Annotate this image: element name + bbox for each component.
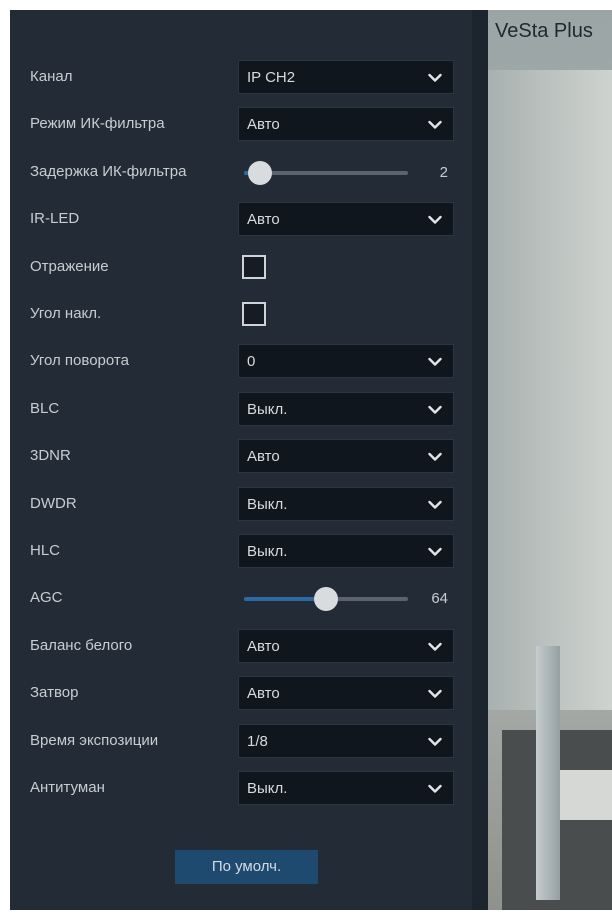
exposure-time-value: 1/8	[247, 733, 268, 750]
setting-row-hlc: HLC Выкл.	[10, 532, 472, 574]
agc-value: 64	[431, 590, 448, 607]
setting-row-defog: Антитуман Выкл.	[10, 769, 472, 811]
defog-select[interactable]: Выкл.	[238, 771, 454, 805]
setting-row-ir-filter-delay: Задержка ИК-фильтра 2	[10, 153, 472, 195]
setting-row-shutter: Затвор Авто	[10, 674, 472, 716]
dwdr-select[interactable]: Выкл.	[238, 487, 454, 521]
ir-filter-delay-slider-thumb[interactable]	[248, 161, 273, 185]
chevron-down-icon	[428, 547, 442, 556]
ir-filter-delay-label: Задержка ИК-фильтра	[30, 163, 187, 180]
channel-value: IP CH2	[247, 69, 296, 86]
rotation-label: Угол поворота	[30, 352, 129, 369]
chevron-down-icon	[428, 784, 442, 793]
ir-led-value: Авто	[247, 211, 280, 228]
ir-filter-mode-label: Режим ИК-фильтра	[30, 115, 165, 132]
hlc-select[interactable]: Выкл.	[238, 534, 454, 568]
dwdr-label: DWDR	[30, 495, 77, 512]
ir-filter-delay-slider[interactable]	[244, 161, 408, 185]
tilt-checkbox[interactable]	[242, 302, 266, 326]
defog-label: Антитуман	[30, 779, 105, 796]
hlc-value: Выкл.	[247, 543, 288, 560]
ir-filter-delay-value: 2	[439, 164, 448, 181]
dwdr-value: Выкл.	[247, 496, 288, 513]
preview-wall	[488, 70, 612, 710]
rotation-value: 0	[247, 353, 256, 370]
shutter-label: Затвор	[30, 684, 79, 701]
chevron-down-icon	[428, 357, 442, 366]
channel-select[interactable]: IP CH2	[238, 60, 454, 94]
setting-row-channel: Канал IP CH2	[10, 58, 472, 100]
mirror-checkbox[interactable]	[242, 255, 266, 279]
shutter-select[interactable]: Авто	[238, 676, 454, 710]
setting-row-agc: AGC 64	[10, 579, 472, 621]
exposure-time-label: Время экспозиции	[30, 732, 159, 749]
exposure-time-select[interactable]: 1/8	[238, 724, 454, 758]
setting-row-blc: BLC Выкл.	[10, 390, 472, 432]
setting-row-dwdr: DWDR Выкл.	[10, 485, 472, 527]
chevron-down-icon	[428, 737, 442, 746]
shutter-value: Авто	[247, 685, 280, 702]
setting-row-ir-filter-mode: Режим ИК-фильтра Авто	[10, 105, 472, 147]
chevron-down-icon	[428, 120, 442, 129]
defog-value: Выкл.	[247, 780, 288, 797]
chevron-down-icon	[428, 689, 442, 698]
camera-preview: VeSta Plus	[488, 10, 612, 910]
settings-panel: Канал IP CH2 Режим ИК-фильтра Авто Задержка …	[10, 10, 472, 910]
ir-led-label: IR-LED	[30, 210, 80, 227]
agc-slider[interactable]	[244, 587, 408, 611]
white-balance-select[interactable]: Авто	[238, 629, 454, 663]
chevron-down-icon	[428, 73, 442, 82]
ir-filter-mode-value: Авто	[247, 116, 280, 133]
white-balance-value: Авто	[247, 638, 280, 655]
blc-value: Выкл.	[247, 401, 288, 418]
channel-label: Канал	[30, 68, 73, 85]
setting-row-ir-led: IR-LED Авто	[10, 200, 472, 242]
chevron-down-icon	[428, 405, 442, 414]
camera-brand-label: VeSta Plus	[495, 20, 593, 42]
mirror-label: Отражение	[30, 258, 109, 275]
chevron-down-icon	[428, 500, 442, 509]
3dnr-label: 3DNR	[30, 447, 71, 464]
blc-label: BLC	[30, 400, 60, 417]
3dnr-value: Авто	[247, 448, 280, 465]
agc-label: AGC	[30, 589, 63, 606]
setting-row-mirror: Отражение	[10, 248, 472, 290]
preview-pole	[536, 646, 560, 900]
blc-select[interactable]: Выкл.	[238, 392, 454, 426]
chevron-down-icon	[428, 642, 442, 651]
panel-divider	[472, 10, 488, 910]
ir-filter-mode-select[interactable]: Авто	[238, 107, 454, 141]
chevron-down-icon	[428, 215, 442, 224]
rotation-select[interactable]: 0	[238, 344, 454, 378]
chevron-down-icon	[428, 452, 442, 461]
setting-row-3dnr: 3DNR Авто	[10, 437, 472, 479]
white-balance-label: Баланс белого	[30, 637, 133, 654]
ir-led-select[interactable]: Авто	[238, 202, 454, 236]
setting-row-tilt: Угол накл.	[10, 295, 472, 337]
setting-row-exposure-time: Время экспозиции 1/8	[10, 722, 472, 764]
tilt-label: Угол накл.	[30, 305, 102, 322]
3dnr-select[interactable]: Авто	[238, 439, 454, 473]
agc-slider-thumb[interactable]	[314, 587, 338, 611]
setting-row-white-balance: Баланс белого Авто	[10, 627, 472, 669]
hlc-label: HLC	[30, 542, 61, 559]
default-button[interactable]: По умолч.	[175, 850, 318, 884]
setting-row-rotation: Угол поворота 0	[10, 342, 472, 384]
